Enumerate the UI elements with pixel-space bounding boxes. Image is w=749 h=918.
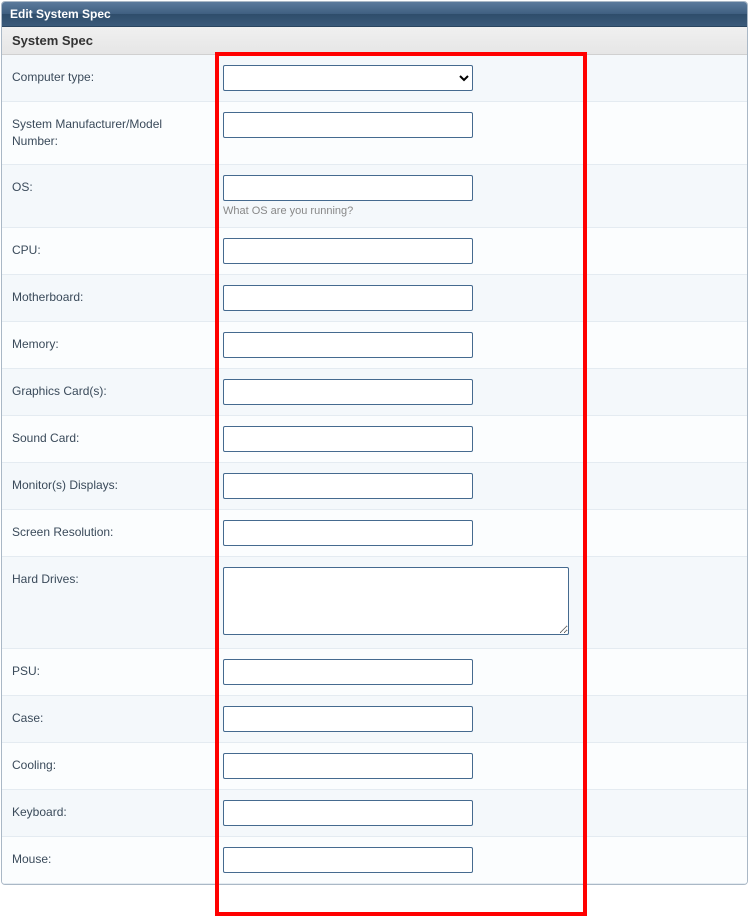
label-resolution: Screen Resolution: (2, 510, 217, 555)
row-psu: PSU: (2, 649, 747, 696)
label-os: OS: (2, 165, 217, 210)
row-motherboard: Motherboard: (2, 275, 747, 322)
label-cooling: Cooling: (2, 743, 217, 788)
row-keyboard: Keyboard: (2, 790, 747, 837)
motherboard-input[interactable] (223, 285, 473, 311)
manufacturer-input[interactable] (223, 112, 473, 138)
label-sound: Sound Card: (2, 416, 217, 461)
row-case: Case: (2, 696, 747, 743)
panel-title: Edit System Spec (2, 2, 747, 27)
computer-type-select[interactable] (223, 65, 473, 91)
drives-textarea[interactable] (223, 567, 569, 635)
row-manufacturer: System Manufacturer/Model Number: (2, 102, 747, 165)
mouse-input[interactable] (223, 847, 473, 873)
label-cpu: CPU: (2, 228, 217, 273)
label-psu: PSU: (2, 649, 217, 694)
case-input[interactable] (223, 706, 473, 732)
label-computer-type: Computer type: (2, 55, 217, 100)
label-case: Case: (2, 696, 217, 741)
sound-input[interactable] (223, 426, 473, 452)
system-spec-form: Computer type: System Manufacturer/Model… (2, 55, 747, 884)
row-memory: Memory: (2, 322, 747, 369)
os-input[interactable] (223, 175, 473, 201)
row-monitors: Monitor(s) Displays: (2, 463, 747, 510)
label-memory: Memory: (2, 322, 217, 367)
cooling-input[interactable] (223, 753, 473, 779)
memory-input[interactable] (223, 332, 473, 358)
cpu-input[interactable] (223, 238, 473, 264)
row-mouse: Mouse: (2, 837, 747, 884)
row-cpu: CPU: (2, 228, 747, 275)
label-monitors: Monitor(s) Displays: (2, 463, 217, 508)
label-manufacturer: System Manufacturer/Model Number: (2, 102, 217, 164)
psu-input[interactable] (223, 659, 473, 685)
label-mouse: Mouse: (2, 837, 217, 882)
row-os: OS: What OS are you running? (2, 165, 747, 228)
edit-system-spec-panel: Edit System Spec System Spec Computer ty… (1, 1, 748, 885)
monitors-input[interactable] (223, 473, 473, 499)
keyboard-input[interactable] (223, 800, 473, 826)
row-resolution: Screen Resolution: (2, 510, 747, 557)
row-sound: Sound Card: (2, 416, 747, 463)
label-drives: Hard Drives: (2, 557, 217, 602)
row-cooling: Cooling: (2, 743, 747, 790)
os-hint: What OS are you running? (223, 205, 737, 217)
panel-subtitle: System Spec (2, 27, 747, 55)
resolution-input[interactable] (223, 520, 473, 546)
label-motherboard: Motherboard: (2, 275, 217, 320)
label-gpu: Graphics Card(s): (2, 369, 217, 414)
row-drives: Hard Drives: (2, 557, 747, 649)
row-gpu: Graphics Card(s): (2, 369, 747, 416)
gpu-input[interactable] (223, 379, 473, 405)
row-computer-type: Computer type: (2, 55, 747, 102)
label-keyboard: Keyboard: (2, 790, 217, 835)
